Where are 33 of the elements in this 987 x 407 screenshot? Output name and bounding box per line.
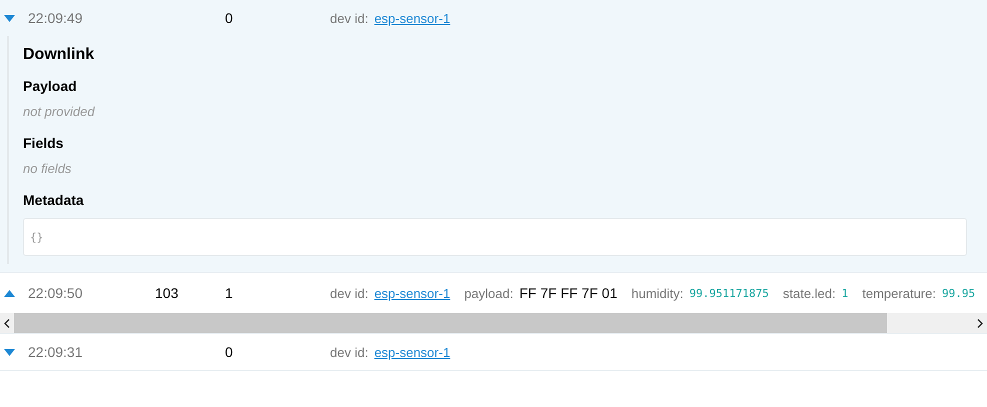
field-value: 99.951171875 bbox=[689, 286, 769, 300]
caret-icon[interactable] bbox=[4, 14, 15, 22]
field-label: dev id: bbox=[330, 286, 368, 300]
field-value: 99.95 bbox=[942, 286, 976, 300]
field-label: dev id: bbox=[330, 10, 368, 26]
field-label: temperature: bbox=[862, 286, 936, 300]
caret-icon[interactable] bbox=[4, 348, 15, 356]
device-link[interactable]: esp-sensor-1 bbox=[374, 10, 450, 26]
message-time: 22:09:50 bbox=[28, 285, 84, 301]
scroll-left-icon[interactable] bbox=[4, 318, 10, 328]
message-port: 1 bbox=[225, 285, 234, 301]
message-time: 22:09:49 bbox=[28, 10, 84, 26]
metadata-json: {} bbox=[30, 230, 44, 244]
field-label: humidity: bbox=[631, 286, 684, 300]
field-label: state.led: bbox=[782, 286, 836, 300]
payload-value: FF 7F FF 7F 01 bbox=[519, 285, 618, 301]
message-time: 22:09:31 bbox=[28, 344, 84, 360]
message-counter: 103 bbox=[155, 285, 178, 301]
field-label: payload: bbox=[464, 286, 514, 300]
section-heading: Fields bbox=[23, 135, 64, 151]
device-link[interactable]: esp-sensor-1 bbox=[374, 286, 450, 300]
section-heading: Payload bbox=[23, 78, 78, 94]
empty-note: not provided bbox=[23, 104, 96, 119]
caret-icon[interactable] bbox=[4, 290, 15, 296]
message-port: 0 bbox=[225, 10, 234, 26]
empty-note: no fields bbox=[23, 161, 72, 176]
scroll-right-icon[interactable] bbox=[977, 318, 983, 328]
detail-title: Downlink bbox=[23, 46, 96, 64]
section-heading: Metadata bbox=[23, 192, 85, 208]
field-value: 1 bbox=[842, 286, 848, 300]
field-label: dev id: bbox=[330, 344, 368, 360]
message-port: 0 bbox=[225, 344, 234, 360]
device-link[interactable]: esp-sensor-1 bbox=[374, 344, 450, 360]
